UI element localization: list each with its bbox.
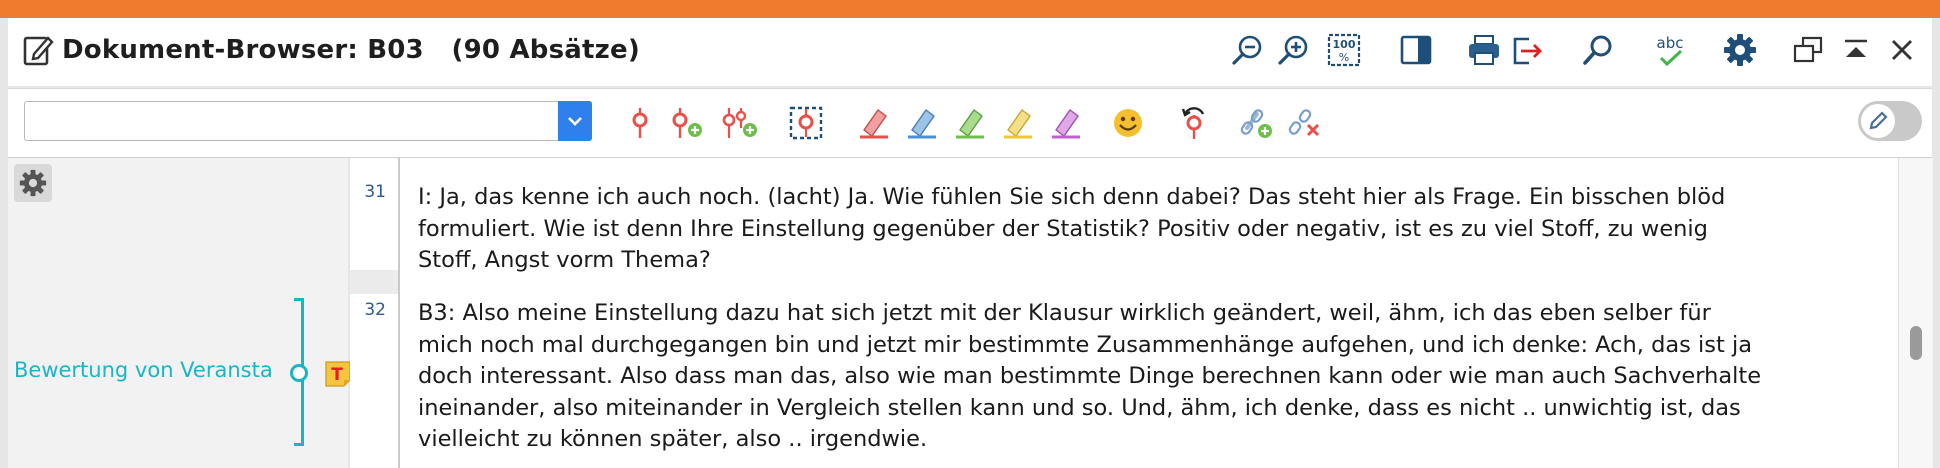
- search-icon[interactable]: [1578, 30, 1618, 70]
- paragraph-number-column: 31 32: [350, 158, 398, 468]
- code-stripes-pane: Bewertung von Veransta T: [8, 158, 351, 468]
- combobox-dropdown-button[interactable]: [558, 101, 592, 141]
- highlight-green-icon[interactable]: [950, 103, 990, 143]
- link-add-icon[interactable]: [1236, 103, 1276, 143]
- emoticon-icon[interactable]: [1108, 103, 1148, 143]
- text-line: I: Ja, das kenne ich auch noch. (lacht) …: [418, 184, 1726, 210]
- memo-icon[interactable]: T: [324, 360, 352, 388]
- paragraph-31[interactable]: I: Ja, das kenne ich auch noch. (lacht) …: [418, 182, 1888, 277]
- text-line: Stoff, Angst vorm Thema?: [418, 247, 711, 273]
- chevron-down-icon: [568, 117, 582, 126]
- window-title: Dokument-Browser: B03 (90 Absätze): [62, 35, 640, 65]
- link-remove-icon[interactable]: [1284, 103, 1324, 143]
- close-icon[interactable]: [1882, 30, 1922, 70]
- zoom-100-label: 100: [1333, 38, 1356, 51]
- code-in-vivo-icon[interactable]: [720, 103, 760, 143]
- highlight-blue-icon[interactable]: [902, 103, 942, 143]
- text-line: mich noch mal durchgegangen bin und jetz…: [418, 331, 1753, 358]
- restore-window-icon[interactable]: [1788, 30, 1828, 70]
- toggle-knob: [1861, 104, 1895, 138]
- paragraph-number: 32: [364, 300, 386, 320]
- document-browser-window: Dokument-Browser: B03 (90 Absätze) 100% …: [0, 0, 1940, 468]
- pencil-icon: [1869, 111, 1888, 130]
- highlight-purple-icon[interactable]: [1046, 103, 1086, 143]
- spellcheck-icon[interactable]: abc: [1650, 30, 1690, 70]
- code-stripes-settings-button[interactable]: [14, 164, 52, 202]
- document-text-area[interactable]: I: Ja, das kenne ich auch noch. (lacht) …: [400, 158, 1898, 468]
- text-line: ineinander, also miteinander in Vergleic…: [418, 394, 1741, 421]
- spellcheck-label: abc: [1657, 34, 1684, 52]
- code-selection-icon[interactable]: [786, 103, 826, 143]
- print-icon[interactable]: [1464, 30, 1504, 70]
- zoom-100-icon[interactable]: 100%: [1324, 30, 1364, 70]
- undo-code-icon[interactable]: [1174, 103, 1214, 143]
- text-line: B3: Also meine Einstellung dazu hat sich…: [418, 300, 1711, 326]
- export-icon[interactable]: [1506, 30, 1546, 70]
- zoom-in-icon[interactable]: [1274, 30, 1314, 70]
- text-line: doch interessant. Also dass man das, als…: [418, 363, 1762, 389]
- memo-letter: T: [331, 365, 343, 385]
- coding-toolbar: [8, 88, 1932, 158]
- code-stripe-handle[interactable]: [290, 364, 308, 382]
- settings-icon[interactable]: [1720, 30, 1760, 70]
- svg-text:%: %: [1339, 51, 1349, 64]
- highlight-red-icon[interactable]: [854, 103, 894, 143]
- paragraph-number: 31: [364, 182, 386, 202]
- code-icon[interactable]: [620, 103, 660, 143]
- code-label[interactable]: Bewertung von Veransta: [14, 358, 273, 382]
- collapse-icon[interactable]: [1836, 30, 1876, 70]
- gear-icon: [19, 169, 47, 197]
- zoom-out-icon[interactable]: [1228, 30, 1268, 70]
- panel-toggle-icon[interactable]: [1396, 30, 1436, 70]
- highlight-yellow-icon[interactable]: [998, 103, 1038, 143]
- edit-mode-toggle[interactable]: [1858, 101, 1922, 141]
- paragraph-separator: [350, 270, 398, 294]
- title-bar: Dokument-Browser: B03 (90 Absätze) 100% …: [8, 18, 1932, 86]
- text-line: vielleicht zu können später, also .. irg…: [418, 426, 928, 452]
- code-combobox[interactable]: [24, 101, 592, 141]
- code-add-icon[interactable]: [666, 103, 706, 143]
- accent-bar: [0, 0, 1940, 18]
- text-line: formuliert. Wie ist denn Ihre Einstellun…: [418, 215, 1708, 242]
- paragraph-32[interactable]: B3: Also meine Einstellung dazu hat sich…: [418, 298, 1888, 456]
- scrollbar-thumb[interactable]: [1910, 326, 1922, 360]
- edit-document-icon: [22, 32, 54, 68]
- vertical-scrollbar[interactable]: [1898, 158, 1933, 468]
